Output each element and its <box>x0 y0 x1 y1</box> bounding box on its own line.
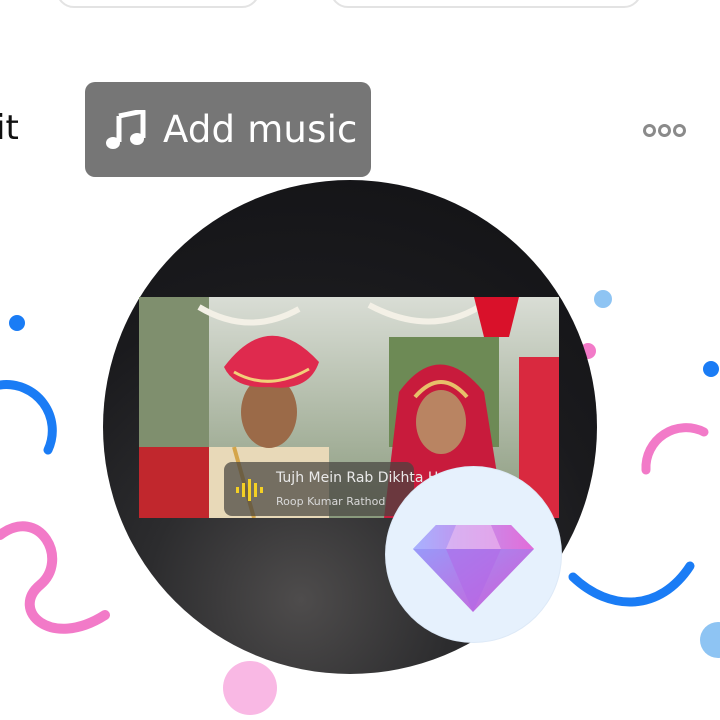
confetti-arc <box>641 423 709 475</box>
confetti-dot <box>703 361 719 377</box>
edit-label[interactable]: it <box>0 108 19 148</box>
confetti-dot <box>223 661 277 715</box>
confetti-dot <box>594 290 612 308</box>
song-artist: Roop Kumar Rathod <box>276 495 386 508</box>
music-note-icon <box>106 109 146 149</box>
confetti-arc <box>568 561 695 607</box>
diamond-badge[interactable] <box>386 467 561 642</box>
confetti-arc <box>0 380 57 455</box>
confetti-dot <box>9 315 25 331</box>
sound-wave-icon <box>236 479 263 501</box>
confetti-squiggle <box>0 521 110 634</box>
add-music-label: Add music <box>163 108 358 151</box>
confetti-dot <box>700 622 720 658</box>
diamond-gem-icon <box>413 525 534 612</box>
add-music-button[interactable]: Add music <box>85 82 371 177</box>
more-dots-icon[interactable] <box>643 124 686 137</box>
